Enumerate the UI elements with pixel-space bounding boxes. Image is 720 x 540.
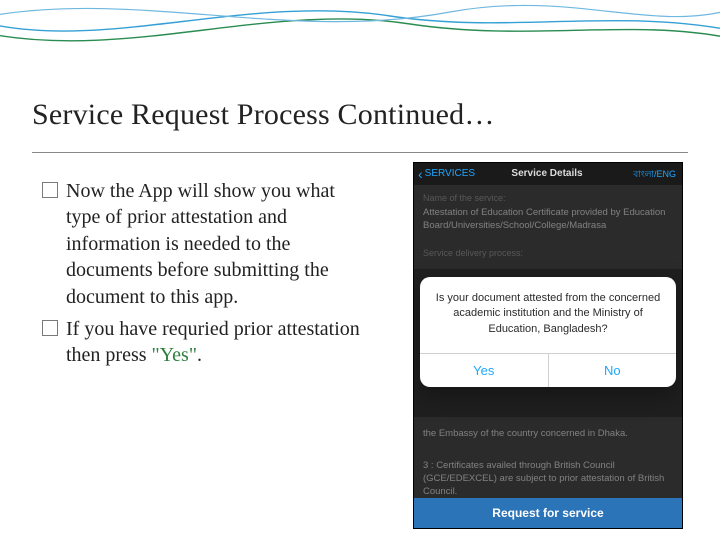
dialog-message: Is your document attested from the conce… — [420, 277, 676, 353]
lower-text-1: the Embassy of the country concerned in … — [414, 421, 682, 448]
bullet-text: If you have requried prior attestation t… — [66, 316, 372, 369]
chevron-left-icon: ‹ — [418, 167, 423, 181]
bullet-text: Now the App will show you what type of p… — [66, 178, 372, 310]
confirmation-dialog: Is your document attested from the conce… — [420, 277, 676, 387]
bullet-item: If you have requried prior attestation t… — [42, 316, 372, 369]
decorative-waves — [0, 0, 720, 74]
phone-navbar: ‹ SERVICES Service Details বাংলা/ENG — [414, 163, 682, 185]
language-toggle[interactable]: বাংলা/ENG — [583, 170, 676, 179]
dialog-no-button[interactable]: No — [548, 354, 677, 387]
square-bullet-icon — [42, 320, 58, 336]
slide-title: Service Request Process Continued… — [32, 98, 495, 132]
dialog-yes-button[interactable]: Yes — [420, 354, 548, 387]
bullet-list: Now the App will show you what type of p… — [42, 178, 372, 375]
screen-title: Service Details — [511, 169, 582, 179]
phone-screenshot: ‹ SERVICES Service Details বাংলা/ENG Nam… — [414, 163, 682, 528]
bullet-item: Now the App will show you what type of p… — [42, 178, 372, 310]
service-name-block: Name of the service: Attestation of Educ… — [414, 185, 682, 240]
title-underline — [32, 152, 688, 153]
yes-highlight: "Yes" — [152, 344, 197, 366]
request-service-button[interactable]: Request for service — [414, 498, 682, 528]
back-button[interactable]: ‹ SERVICES — [418, 168, 511, 181]
square-bullet-icon — [42, 182, 58, 198]
service-process-label: Service delivery process: — [414, 240, 682, 269]
